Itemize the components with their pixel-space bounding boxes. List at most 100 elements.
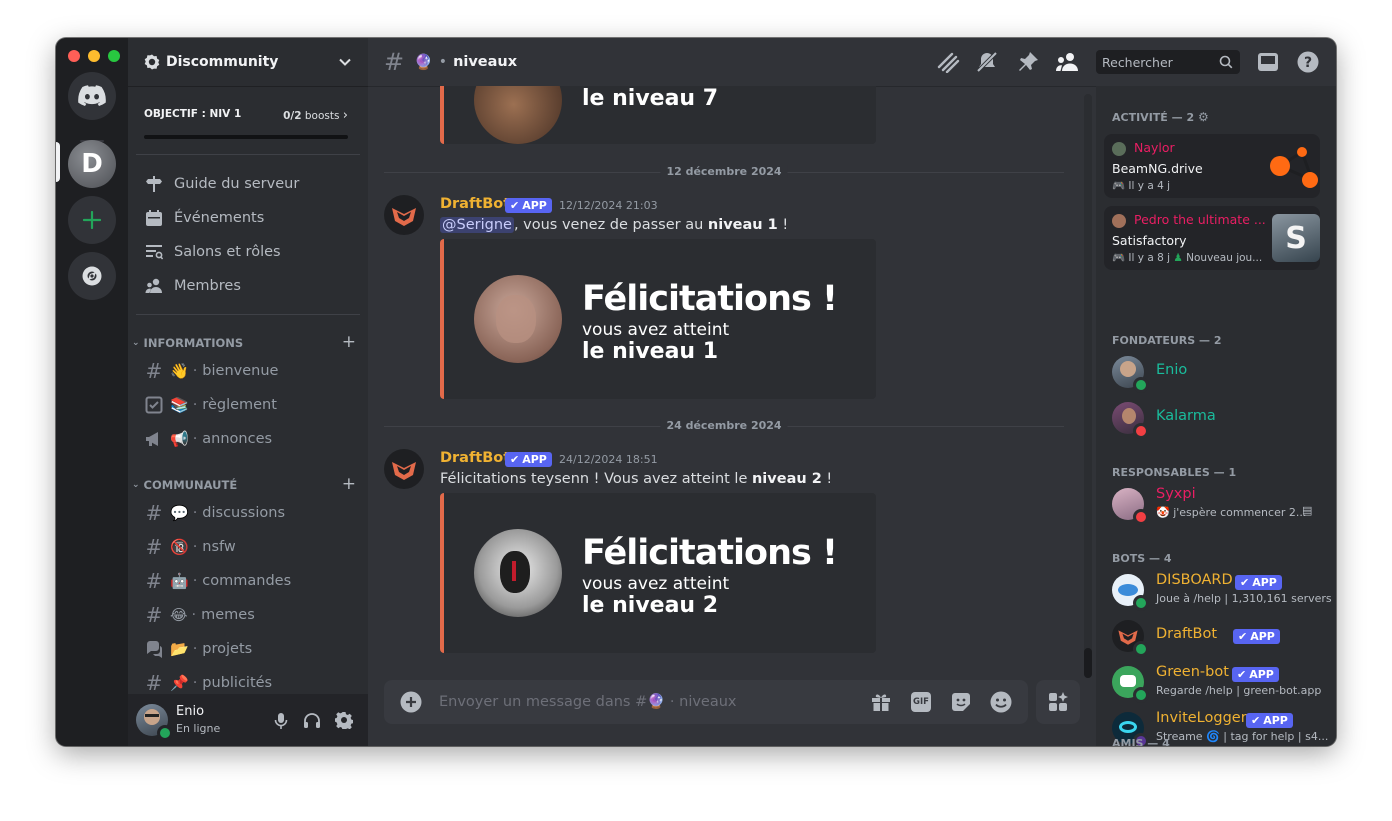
dnd-status-dot bbox=[1133, 423, 1149, 439]
pin-icon[interactable] bbox=[1017, 51, 1039, 73]
message-author[interactable]: DraftBot bbox=[440, 450, 510, 466]
level-up-embed: Félicitations ! vous avez atteint le niv… bbox=[440, 493, 876, 653]
message-author[interactable]: DraftBot bbox=[440, 196, 510, 212]
emoji-picker-icon[interactable] bbox=[990, 691, 1012, 713]
check-icon: ✔ bbox=[1240, 576, 1250, 589]
member-list: ACTIVITÉ — 2 ⚙ Naylor BeamNG.drive 🎮 Il … bbox=[1096, 86, 1336, 746]
nav-label: Événements bbox=[174, 210, 265, 226]
nav-members[interactable]: Membres bbox=[136, 270, 360, 302]
calendar-icon bbox=[144, 209, 164, 227]
threads-icon[interactable] bbox=[936, 51, 960, 73]
app-badge: ✔ APP bbox=[505, 452, 552, 467]
hash-icon: # bbox=[384, 48, 405, 76]
activity-card[interactable]: Naylor BeamNG.drive 🎮 Il y a 4 j bbox=[1104, 134, 1320, 198]
nav-events[interactable]: Événements bbox=[136, 202, 360, 234]
draftbot-logo-icon bbox=[392, 208, 416, 226]
message-timestamp: 12/12/2024 21:03 bbox=[559, 199, 658, 212]
card-line-2: le niveau 2 bbox=[582, 593, 719, 618]
add-channel-icon[interactable]: + bbox=[342, 474, 356, 494]
server-header[interactable]: Discommunity bbox=[128, 38, 368, 87]
help-icon[interactable]: ? bbox=[1297, 51, 1319, 73]
section-header: AMIS — 4 bbox=[1112, 737, 1170, 746]
channel-nsfw[interactable]: # 🔞 · nsfw bbox=[136, 531, 360, 563]
add-server-button[interactable] bbox=[68, 196, 116, 244]
channel-memes[interactable]: # 😂 · memes bbox=[136, 599, 360, 631]
chevron-down-icon: ⌄ bbox=[132, 338, 140, 348]
member-green-bot[interactable]: Green-bot ✔ APP Regarde /help | green-bot… bbox=[1104, 662, 1328, 704]
user-name: Enio bbox=[176, 704, 205, 719]
hash-icon: # bbox=[145, 569, 163, 593]
message-input[interactable]: Envoyer un message dans #🔮 · niveaux bbox=[439, 693, 737, 710]
rules-icon bbox=[144, 396, 164, 414]
card-title: Félicitations ! bbox=[582, 533, 838, 573]
check-icon: ✔ bbox=[1237, 668, 1247, 681]
draftbot-avatar[interactable] bbox=[384, 449, 424, 489]
activity-user: Naylor bbox=[1134, 140, 1175, 155]
app-launcher-button[interactable] bbox=[1036, 680, 1080, 724]
channel-reglement[interactable]: 📚 · règlement bbox=[136, 389, 360, 421]
sidebar-divider bbox=[136, 314, 360, 315]
nav-server-guide[interactable]: Guide du serveur bbox=[136, 168, 360, 200]
server-icon-discommunity[interactable]: D bbox=[68, 140, 116, 188]
member-syxpi[interactable]: Syxpi 🤡 j'espère commencer 2... ▤ bbox=[1104, 484, 1328, 526]
activity-card[interactable]: Pedro the ultimate ... Satisfactory 🎮 Il… bbox=[1104, 206, 1320, 270]
scrollbar-thumb[interactable] bbox=[1084, 648, 1092, 678]
check-icon: ✔ bbox=[510, 199, 520, 212]
channel-discussions[interactable]: # 💬 · discussions bbox=[136, 497, 360, 529]
megaphone-icon bbox=[144, 430, 164, 448]
user-status-text: En ligne bbox=[176, 722, 221, 735]
sticker-icon[interactable] bbox=[951, 692, 971, 712]
member-name: DISBOARD bbox=[1156, 572, 1233, 588]
category-informations[interactable]: ⌄ INFORMATIONS + bbox=[132, 332, 356, 352]
member-draftbot[interactable]: DraftBot ✔ APP bbox=[1104, 616, 1328, 658]
clown-emoji-icon: 🤡 bbox=[1156, 506, 1170, 519]
nsfw-hash-icon: # bbox=[145, 535, 163, 559]
member-list-icon[interactable] bbox=[1056, 51, 1080, 73]
nav-label: Membres bbox=[174, 278, 241, 294]
gear-icon[interactable] bbox=[335, 711, 353, 729]
search-input[interactable]: Rechercher bbox=[1096, 50, 1240, 74]
zoom-window-button[interactable] bbox=[108, 50, 120, 62]
channel-bienvenue[interactable]: # 👋 · bienvenue bbox=[136, 355, 360, 387]
check-icon: ✔ bbox=[1238, 630, 1248, 643]
check-icon: ✔ bbox=[510, 453, 520, 466]
online-status-dot bbox=[1133, 595, 1149, 611]
compass-icon bbox=[82, 266, 102, 286]
gift-icon[interactable] bbox=[871, 692, 891, 712]
direct-messages-button[interactable] bbox=[68, 72, 116, 120]
channel-annonces[interactable]: 📢 · annonces bbox=[136, 423, 360, 455]
upload-plus-icon[interactable] bbox=[400, 691, 422, 713]
close-window-button[interactable] bbox=[68, 50, 80, 62]
member-enio[interactable]: Enio bbox=[1104, 352, 1328, 394]
apps-icon bbox=[1049, 692, 1068, 711]
date-separator: 24 décembre 2024 bbox=[384, 419, 1064, 432]
channel-commandes[interactable]: # 🤖 · commandes bbox=[136, 565, 360, 597]
category-communaute[interactable]: ⌄ COMMUNAUTÉ + bbox=[132, 474, 356, 494]
check-icon: ✔ bbox=[1251, 714, 1261, 727]
member-disboard[interactable]: DISBOARD ✔ APP Joue à /help | 1,310,161 s… bbox=[1104, 570, 1332, 612]
member-name: Enio bbox=[1156, 362, 1188, 378]
member-name: Syxpi bbox=[1156, 486, 1196, 502]
user-mention[interactable]: @Serigne bbox=[440, 217, 514, 233]
embed-avatar-image bbox=[474, 275, 562, 363]
message-content: @Serigne, vous venez de passer au niveau… bbox=[440, 217, 789, 233]
add-channel-icon[interactable]: + bbox=[342, 332, 356, 352]
scrollbar-track[interactable] bbox=[1084, 94, 1092, 678]
gif-button[interactable]: GIF bbox=[911, 692, 931, 712]
minimize-window-button[interactable] bbox=[88, 50, 100, 62]
inbox-icon[interactable] bbox=[1257, 51, 1279, 73]
nav-channels-roles[interactable]: Salons et rôles bbox=[136, 236, 360, 268]
date-separator: 12 décembre 2024 bbox=[384, 165, 1064, 178]
embed-avatar-image bbox=[474, 86, 562, 144]
headphones-icon[interactable] bbox=[303, 712, 321, 730]
channel-sidebar: Discommunity OBJECTIF : NIV 1 0/2 boosts… bbox=[128, 38, 368, 746]
member-kalarma[interactable]: Kalarma bbox=[1104, 398, 1328, 440]
draftbot-avatar[interactable] bbox=[384, 195, 424, 235]
channel-emoji: 🔮 bbox=[414, 53, 433, 71]
channel-header: # 🔮 • niveaux bbox=[368, 38, 1096, 87]
discord-window: D Discommunity OBJECTIF : NIV 1 0/2 boos… bbox=[56, 38, 1336, 746]
notifications-muted-icon[interactable] bbox=[976, 51, 998, 73]
microphone-icon[interactable] bbox=[274, 712, 288, 730]
explore-servers-button[interactable] bbox=[68, 252, 116, 300]
channel-projets[interactable]: 📂 · projets bbox=[136, 633, 360, 665]
